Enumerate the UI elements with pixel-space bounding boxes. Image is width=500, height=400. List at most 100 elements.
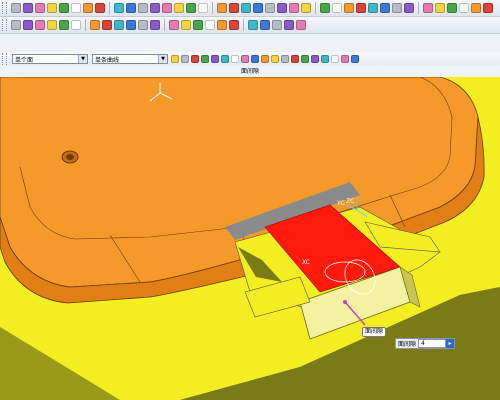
mold-wizard-icon[interactable] xyxy=(11,20,21,30)
dimension-input[interactable]: 面间隙 4 ▸ xyxy=(395,338,456,349)
bridge-icon[interactable] xyxy=(301,55,309,63)
save-icon[interactable] xyxy=(35,3,45,13)
curve-rule-select[interactable]: 单条曲线 ▼ xyxy=(92,54,168,64)
extract-icon[interactable] xyxy=(281,55,289,63)
dialog-title-text: 面间隙 xyxy=(240,68,259,75)
bom-icon[interactable] xyxy=(248,20,258,30)
shade-icon[interactable] xyxy=(217,3,227,13)
trim-mold-icon[interactable] xyxy=(217,20,227,30)
face-filter-select[interactable]: 单个面 ▼ xyxy=(12,54,88,64)
sphere-icon[interactable] xyxy=(289,3,299,13)
circle-icon[interactable] xyxy=(201,55,209,63)
mold-validate-icon[interactable] xyxy=(296,20,306,30)
workpiece-icon[interactable] xyxy=(47,20,57,30)
draft-icon[interactable] xyxy=(471,3,481,13)
blend-icon[interactable] xyxy=(344,3,354,13)
project-icon[interactable] xyxy=(261,55,269,63)
copy-icon[interactable] xyxy=(71,3,81,13)
hole-icon[interactable] xyxy=(380,3,390,13)
new-icon[interactable] xyxy=(11,3,21,13)
gate-icon[interactable] xyxy=(169,20,179,30)
open-icon[interactable] xyxy=(23,3,33,13)
find-icon[interactable] xyxy=(126,3,136,13)
offset-curve-icon[interactable] xyxy=(291,55,299,63)
chamfer-icon[interactable] xyxy=(356,3,366,13)
pad-icon[interactable] xyxy=(423,3,433,13)
ejector-pin-icon[interactable] xyxy=(126,20,136,30)
redo-icon[interactable] xyxy=(114,3,124,13)
rib-icon[interactable] xyxy=(459,3,469,13)
paste-icon[interactable] xyxy=(83,3,93,13)
mirror-icon[interactable] xyxy=(483,3,493,13)
pocket-mold-icon[interactable] xyxy=(229,20,239,30)
toolbar-grip[interactable] xyxy=(2,2,7,14)
runner-icon[interactable] xyxy=(181,20,191,30)
slot-icon[interactable] xyxy=(435,3,445,13)
arc-icon[interactable] xyxy=(191,55,199,63)
cube-icon[interactable] xyxy=(253,3,263,13)
delete-file-icon[interactable] xyxy=(284,20,294,30)
mold-base-icon[interactable] xyxy=(102,20,112,30)
info-icon[interactable] xyxy=(351,55,359,63)
cut-icon[interactable] xyxy=(59,3,69,13)
dimension-label-tag[interactable]: 面间隙 xyxy=(362,327,387,337)
init-project-icon[interactable] xyxy=(23,20,33,30)
toolbar-row-1 xyxy=(0,0,500,17)
axis-icon[interactable] xyxy=(231,55,239,63)
electrode-icon[interactable] xyxy=(205,20,215,30)
cylinder-icon[interactable] xyxy=(265,3,275,13)
groove-icon[interactable] xyxy=(447,3,457,13)
model-canvas[interactable]: ZC YC XC xyxy=(0,77,500,400)
cone-icon[interactable] xyxy=(277,3,287,13)
wire-icon[interactable] xyxy=(229,3,239,13)
cooling-icon[interactable] xyxy=(193,20,203,30)
line-icon[interactable] xyxy=(181,55,189,63)
dimension-menu-button[interactable]: ▸ xyxy=(446,339,455,348)
toolbar-grip[interactable] xyxy=(2,53,7,65)
trim-curve-icon[interactable] xyxy=(341,55,349,63)
toolbar-separator xyxy=(109,2,110,14)
graphics-viewport[interactable]: ZC YC XC 面间隙 面间隙 4 ▸ xyxy=(0,77,500,400)
sketch-icon[interactable] xyxy=(251,55,259,63)
pan-icon[interactable] xyxy=(198,3,208,13)
fit-icon[interactable] xyxy=(162,3,172,13)
join-icon[interactable] xyxy=(311,55,319,63)
view-icon[interactable] xyxy=(150,3,160,13)
intersect-icon[interactable] xyxy=(271,55,279,63)
plane-icon[interactable] xyxy=(221,55,229,63)
print-icon[interactable] xyxy=(47,3,57,13)
axis-label-xc: XC xyxy=(302,259,310,266)
face-filter-value: 单个面 xyxy=(15,56,34,64)
toolbar-row-2 xyxy=(0,17,500,34)
view-mgr-icon[interactable] xyxy=(272,20,282,30)
chevron-down-icon[interactable]: ▼ xyxy=(158,55,167,63)
parting-icon[interactable] xyxy=(90,20,100,30)
cavity-layout-icon[interactable] xyxy=(59,20,69,30)
sweep-icon[interactable] xyxy=(332,3,342,13)
shell-icon[interactable] xyxy=(368,3,378,13)
zoom-icon[interactable] xyxy=(174,3,184,13)
toolbar-separator xyxy=(85,19,86,31)
slider-lifter-icon[interactable] xyxy=(138,20,148,30)
datum-csys-icon[interactable] xyxy=(241,55,249,63)
layer-icon[interactable] xyxy=(138,3,148,13)
undo-icon[interactable] xyxy=(95,3,105,13)
revolve-icon[interactable] xyxy=(320,3,330,13)
box-icon[interactable] xyxy=(241,3,251,13)
divide-icon[interactable] xyxy=(321,55,329,63)
csys-icon[interactable] xyxy=(35,20,45,30)
spline-icon[interactable] xyxy=(211,55,219,63)
mold-tools-icon[interactable] xyxy=(71,20,81,30)
boss-icon[interactable] xyxy=(392,3,402,13)
dimension-value-field[interactable]: 4 xyxy=(418,339,447,348)
sub-insert-icon[interactable] xyxy=(150,20,160,30)
point-icon[interactable] xyxy=(171,55,179,63)
drawing-icon[interactable] xyxy=(260,20,270,30)
toolbar-grip[interactable] xyxy=(2,19,7,31)
standard-part-icon[interactable] xyxy=(114,20,124,30)
edit-curve-icon[interactable] xyxy=(331,55,339,63)
chevron-down-icon[interactable]: ▼ xyxy=(78,55,87,63)
extrude-icon[interactable] xyxy=(301,3,311,13)
rotate-icon[interactable] xyxy=(186,3,196,13)
pocket-icon[interactable] xyxy=(404,3,414,13)
